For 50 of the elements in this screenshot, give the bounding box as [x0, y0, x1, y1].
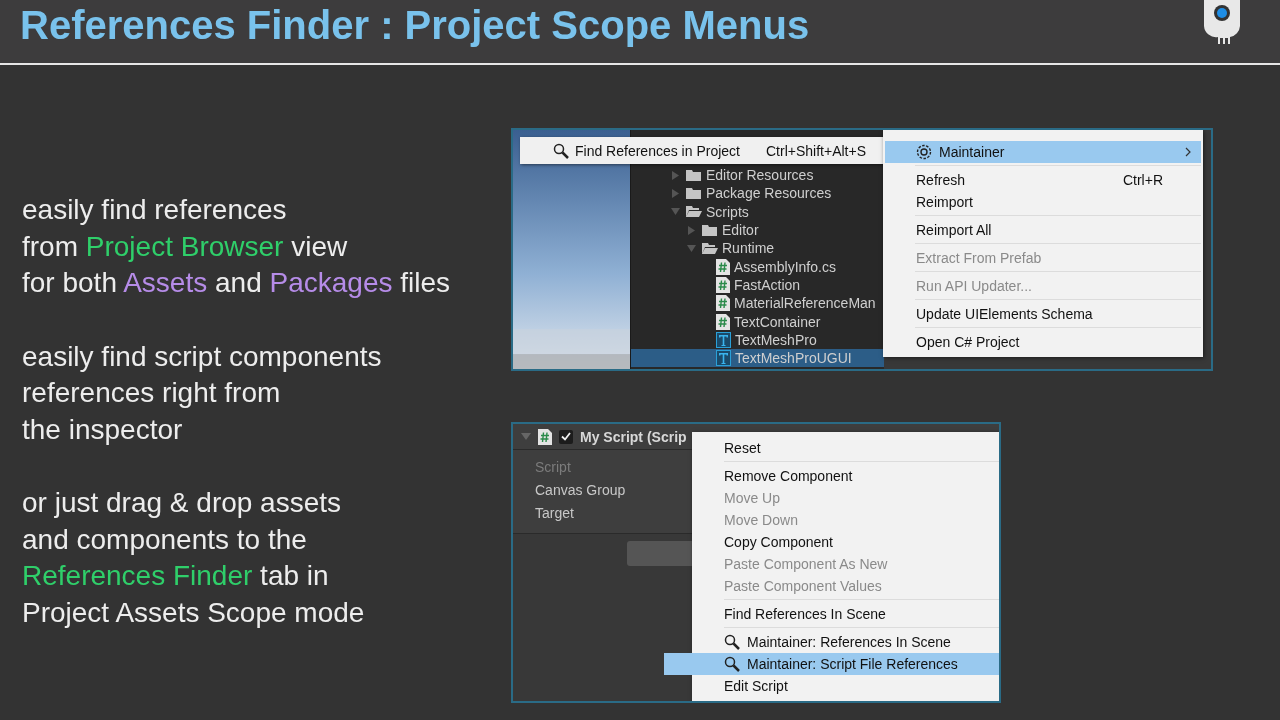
script-file-icon	[538, 428, 552, 445]
tree-item[interactable]: MaterialReferenceMan	[631, 294, 884, 313]
script-file-icon	[716, 258, 730, 275]
menu-item[interactable]: Maintainer: Script File References	[664, 653, 999, 675]
menu-item[interactable]: Reimport	[885, 191, 1201, 213]
menu-item[interactable]: Maintainer	[885, 141, 1201, 163]
tree-item[interactable]: Editor Resources	[631, 166, 884, 185]
menu-item[interactable]: Remove Component	[694, 465, 999, 487]
menu-item[interactable]: Reset	[694, 437, 999, 459]
tree-item[interactable]: FastAction	[631, 275, 884, 295]
tree-item[interactable]: TextMeshProUGUI	[631, 348, 884, 368]
search-icon	[724, 634, 740, 650]
menu-item[interactable]: Update UIElements Schema	[885, 303, 1201, 325]
text-asset-icon	[716, 331, 731, 348]
menu-item[interactable]: Refresh Ctrl+R	[885, 169, 1201, 191]
menu-item[interactable]: Copy Component	[694, 531, 999, 553]
open-folder-icon	[686, 205, 702, 219]
component-title: My Script (Scrip	[580, 428, 687, 445]
search-icon	[553, 142, 569, 159]
description-paragraph: easily find script components references right from the inspector	[22, 339, 383, 447]
description-paragraph: easily find references from Project Browser view for both Assets and Packages files	[22, 193, 452, 300]
gear-icon	[916, 144, 932, 160]
folder-icon	[686, 186, 702, 200]
folder-icon	[686, 168, 702, 182]
tree-item[interactable]: Runtime	[631, 239, 884, 258]
tree-item[interactable]: TextMeshPro	[631, 330, 884, 349]
slide-title: References Finder : Project Scope Menus	[20, 1, 810, 48]
open-folder-icon	[702, 241, 718, 255]
folder-icon	[702, 223, 718, 237]
description-paragraph: or just drag & drop assets and components to the References Finder tab in Project Assets Scope mode	[22, 486, 366, 630]
menu-item[interactable]: Reimport All	[885, 219, 1201, 241]
menu-item[interactable]: Open C# Project	[885, 331, 1201, 353]
menu-item[interactable]: Edit Script	[694, 675, 999, 697]
tree-item[interactable]: AssemblyInfo.cs	[631, 257, 884, 276]
menu-item[interactable]: Maintainer: References In Scene	[694, 631, 999, 653]
menu-item[interactable]: Find References In Scene	[694, 603, 999, 625]
script-file-icon	[716, 276, 730, 293]
field-label: Target	[535, 504, 574, 523]
tree-item[interactable]: Scripts	[631, 202, 884, 221]
tree-item[interactable]: Editor	[631, 220, 884, 240]
field-label: Script	[535, 458, 571, 477]
script-file-icon	[716, 313, 730, 330]
enabled-checkbox[interactable]	[559, 429, 573, 444]
tree-item[interactable]: Package Resources	[631, 184, 884, 203]
tree-item[interactable]: TextContainer	[631, 312, 884, 331]
field-label: Canvas Group	[535, 481, 626, 500]
script-file-icon	[716, 295, 730, 312]
checkmark-icon	[561, 432, 571, 441]
text-asset-icon	[716, 350, 731, 367]
search-icon	[724, 656, 740, 672]
